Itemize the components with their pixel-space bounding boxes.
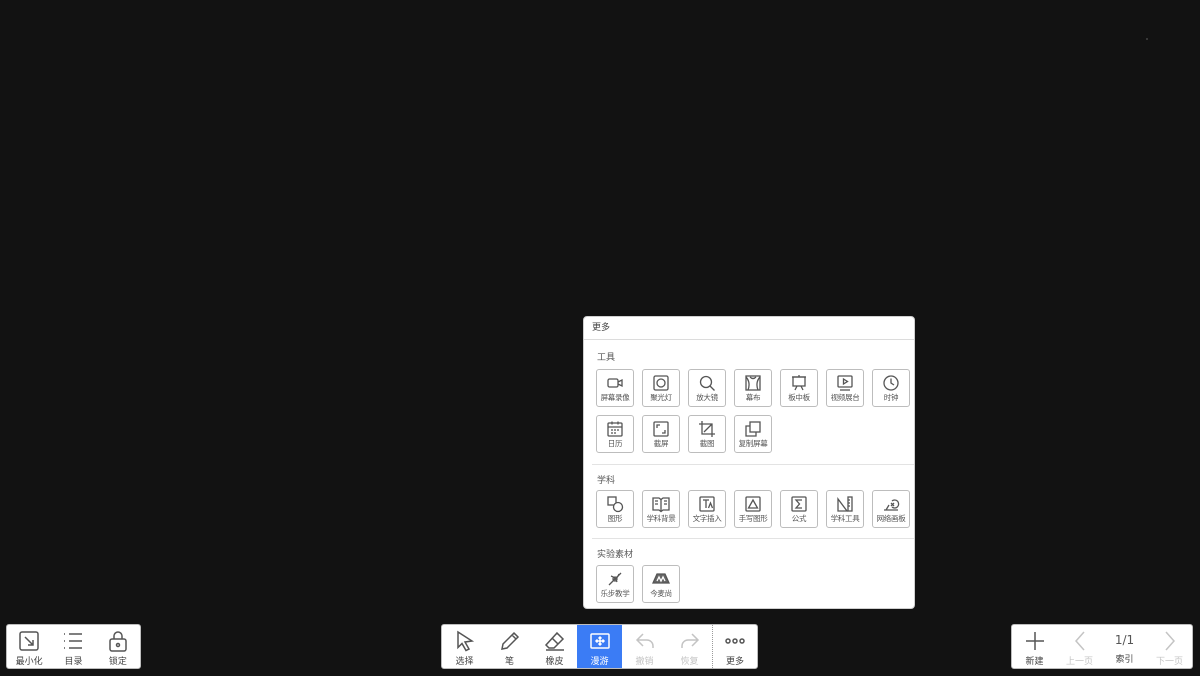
- minimize-icon: [19, 631, 39, 651]
- center-toolbar: 选择 笔 橡皮 漫游 撤销 恢复 更多: [441, 624, 758, 669]
- cursor-icon: [456, 630, 474, 652]
- sigma-icon: [791, 496, 807, 512]
- section-divider: [592, 538, 914, 539]
- board-icon: [792, 375, 806, 391]
- tool-magnifier[interactable]: 放大镜: [688, 369, 726, 407]
- tool-jinmaishang[interactable]: 今麦尚: [642, 565, 680, 603]
- page-count: 1/1: [1114, 633, 1135, 647]
- tool-spotlight[interactable]: 聚光灯: [642, 369, 680, 407]
- tool-calendar[interactable]: 日历: [596, 415, 634, 453]
- tool-text-insert[interactable]: 文字插入: [688, 490, 726, 528]
- shapes-icon: [607, 496, 624, 513]
- tool-shapes[interactable]: 图形: [596, 490, 634, 528]
- video-camera-icon: [607, 378, 623, 388]
- tool-subject-tools[interactable]: 学科工具: [826, 490, 864, 528]
- lebu-icon: [608, 572, 622, 586]
- tool-screen-record[interactable]: 屏幕录像: [596, 369, 634, 407]
- more-button[interactable]: 更多: [712, 625, 757, 668]
- lock-button[interactable]: 锁定: [96, 625, 140, 668]
- chevron-right-icon: [1164, 631, 1175, 651]
- tool-subject-background[interactable]: 学科背景: [642, 490, 680, 528]
- section-title-subject: 学科: [597, 476, 616, 486]
- chevron-left-icon: [1074, 631, 1085, 651]
- tool-copy-screen[interactable]: 复制屏幕: [734, 415, 772, 453]
- magnifier-icon: [699, 375, 715, 391]
- tool-network-board[interactable]: 网络画板: [872, 490, 910, 528]
- more-panel: 更多 工具 屏幕录像 聚光灯 放大镜 幕布 板中板 视频展台 时钟 日历 截屏 …: [583, 316, 915, 609]
- catalog-button[interactable]: 目录: [51, 625, 95, 668]
- curtain-icon: [745, 375, 761, 391]
- plus-icon: [1025, 632, 1044, 650]
- calendar-icon: [607, 421, 623, 437]
- list-icon: [64, 633, 83, 649]
- section-divider: [592, 464, 914, 465]
- undo-icon: [635, 633, 654, 648]
- select-button[interactable]: 选择: [442, 625, 487, 668]
- new-page-button[interactable]: 新建: [1012, 625, 1057, 668]
- network-board-icon: [884, 499, 900, 511]
- text-insert-icon: [699, 496, 715, 512]
- redo-button[interactable]: 恢复: [667, 625, 712, 668]
- roam-icon: [589, 633, 610, 649]
- screenshot-icon: [653, 421, 669, 437]
- eraser-button[interactable]: 橡皮: [532, 625, 577, 668]
- tool-formula[interactable]: 公式: [780, 490, 818, 528]
- jinmaishang-icon: [652, 573, 670, 584]
- video-play-icon: [837, 375, 853, 391]
- tool-lebu-teaching[interactable]: 乐步教学: [596, 565, 634, 603]
- next-page-button[interactable]: 下一页: [1147, 625, 1192, 668]
- tool-handwriting-shape[interactable]: 手写图形: [734, 490, 772, 528]
- copy-icon: [745, 421, 761, 437]
- roam-button[interactable]: 漫游: [577, 625, 622, 668]
- redo-icon: [680, 633, 699, 648]
- pen-icon: [500, 631, 519, 650]
- tool-crop[interactable]: 截图: [688, 415, 726, 453]
- minimize-button[interactable]: 最小化: [7, 625, 51, 668]
- right-toolbar: 新建 上一页 1/1 索引 下一页: [1011, 624, 1193, 669]
- tool-clock[interactable]: 时钟: [872, 369, 910, 407]
- more-dots-icon: [725, 638, 745, 644]
- book-icon: [652, 497, 670, 513]
- left-toolbar: 最小化 目录 锁定: [6, 624, 141, 669]
- triangle-icon: [745, 496, 761, 512]
- clock-icon: [883, 375, 899, 391]
- tool-board-in-board[interactable]: 板中板: [780, 369, 818, 407]
- section-title-tools: 工具: [597, 353, 616, 363]
- pen-button[interactable]: 笔: [487, 625, 532, 668]
- prev-page-button[interactable]: 上一页: [1057, 625, 1102, 668]
- spotlight-icon: [653, 375, 669, 391]
- lock-icon: [109, 631, 127, 652]
- tool-curtain[interactable]: 幕布: [734, 369, 772, 407]
- section-title-experiment: 实验素材: [597, 550, 634, 560]
- more-panel-title: 更多: [584, 317, 914, 340]
- page-index-button[interactable]: 1/1 索引: [1102, 625, 1147, 668]
- ruler-icon: [837, 496, 853, 512]
- crop-icon: [699, 421, 715, 437]
- undo-button[interactable]: 撤销: [622, 625, 667, 668]
- screen-dot: [1146, 38, 1148, 40]
- tool-video-booth[interactable]: 视频展台: [826, 369, 864, 407]
- eraser-icon: [544, 631, 564, 651]
- tool-screenshot[interactable]: 截屏: [642, 415, 680, 453]
